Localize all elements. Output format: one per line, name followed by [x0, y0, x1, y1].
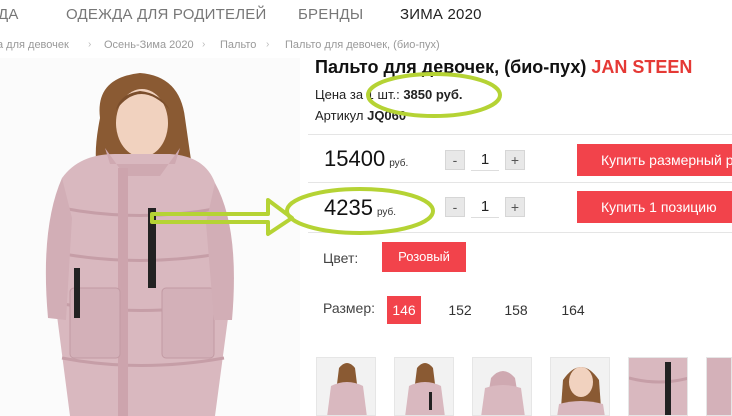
thumbnail-front[interactable]: [316, 357, 376, 416]
buy-single-item-button[interactable]: Купить 1 позицию: [577, 191, 732, 223]
thumbnail-detail[interactable]: [628, 357, 688, 416]
unit-price-label: Цена за 1 шт.:: [315, 87, 400, 102]
thumbnail-face[interactable]: [550, 357, 610, 416]
breadcrumb-item-season[interactable]: Осень-Зима 2020: [104, 39, 194, 51]
product-title-text: Пальто для девочек, (био-пух): [315, 57, 587, 77]
article-label: Артикул: [315, 108, 364, 123]
size-label: Размер:: [323, 300, 376, 316]
product-title: Пальто для девочек, (био-пух) JAN STEEN: [315, 57, 692, 78]
size-option-146[interactable]: 146: [387, 296, 421, 324]
product-photo[interactable]: [0, 58, 300, 416]
girl-in-coat-illustration: [0, 58, 300, 416]
size-range-price: 15400 руб.: [324, 146, 408, 172]
single-item-qty-input[interactable]: 1: [471, 196, 499, 218]
thumbnail-extra[interactable]: [706, 357, 732, 416]
size-range-price-currency: руб.: [389, 158, 409, 169]
breadcrumb: а для девочек › Осень-Зима 2020 › Пальто…: [0, 36, 450, 56]
brand-name[interactable]: JAN STEEN: [591, 57, 692, 77]
size-range-price-value: 15400: [324, 146, 386, 171]
article-value: JQ060: [367, 108, 407, 123]
thumbnail-image: [327, 363, 367, 415]
thumbnail-back[interactable]: [472, 357, 532, 416]
divider: [308, 134, 732, 135]
size-option-158[interactable]: 158: [499, 296, 533, 324]
size-option-164[interactable]: 164: [556, 296, 590, 324]
thumbnail-image: [629, 358, 687, 415]
unit-price: Цена за 1 шт.: 3850 руб.: [315, 87, 463, 102]
nav-item-clothing[interactable]: ДА: [0, 6, 19, 23]
breadcrumb-item-girls[interactable]: а для девочек: [0, 39, 69, 51]
breadcrumb-separator-icon: ›: [266, 39, 270, 50]
breadcrumb-item-current: Пальто для девочек, (био-пух): [285, 39, 440, 51]
thumbnail-image: [707, 358, 731, 415]
single-item-qty-minus-button[interactable]: -: [445, 197, 465, 217]
thumbnail-front-2[interactable]: [394, 357, 454, 416]
nav-item-parents-clothing[interactable]: ОДЕЖДА ДЛЯ РОДИТЕЛЕЙ: [66, 6, 266, 23]
size-range-qty-plus-button[interactable]: +: [505, 150, 525, 170]
single-item-price-value: 4235: [324, 195, 373, 220]
top-navigation: ДА ОДЕЖДА ДЛЯ РОДИТЕЛЕЙ БРЕНДЫ ЗИМА 2020: [0, 0, 732, 32]
breadcrumb-separator-icon: ›: [202, 39, 206, 50]
breadcrumb-separator-icon: ›: [88, 39, 92, 50]
single-item-price-currency: руб.: [376, 207, 397, 218]
color-option-pink[interactable]: Розовый: [382, 242, 466, 272]
thumbnail-image: [557, 367, 605, 415]
divider: [308, 182, 732, 183]
breadcrumb-item-coats[interactable]: Пальто: [220, 39, 256, 51]
article-number: Артикул JQ060: [315, 108, 406, 123]
unit-price-value: 3850 руб.: [403, 87, 463, 102]
buy-size-range-button[interactable]: Купить размерный ряд: [577, 144, 732, 176]
size-range-qty-input[interactable]: 1: [471, 149, 499, 171]
single-item-qty-plus-button[interactable]: +: [505, 197, 525, 217]
divider: [308, 232, 732, 233]
single-item-price: 4235 руб.: [324, 195, 396, 221]
size-range-qty-minus-button[interactable]: -: [445, 150, 465, 170]
thumbnail-image: [405, 363, 445, 415]
color-label: Цвет:: [323, 250, 359, 266]
size-option-152[interactable]: 152: [443, 296, 477, 324]
nav-item-brands[interactable]: БРЕНДЫ: [298, 6, 363, 23]
nav-item-winter-2020[interactable]: ЗИМА 2020: [400, 6, 482, 23]
thumbnail-image: [481, 371, 525, 415]
